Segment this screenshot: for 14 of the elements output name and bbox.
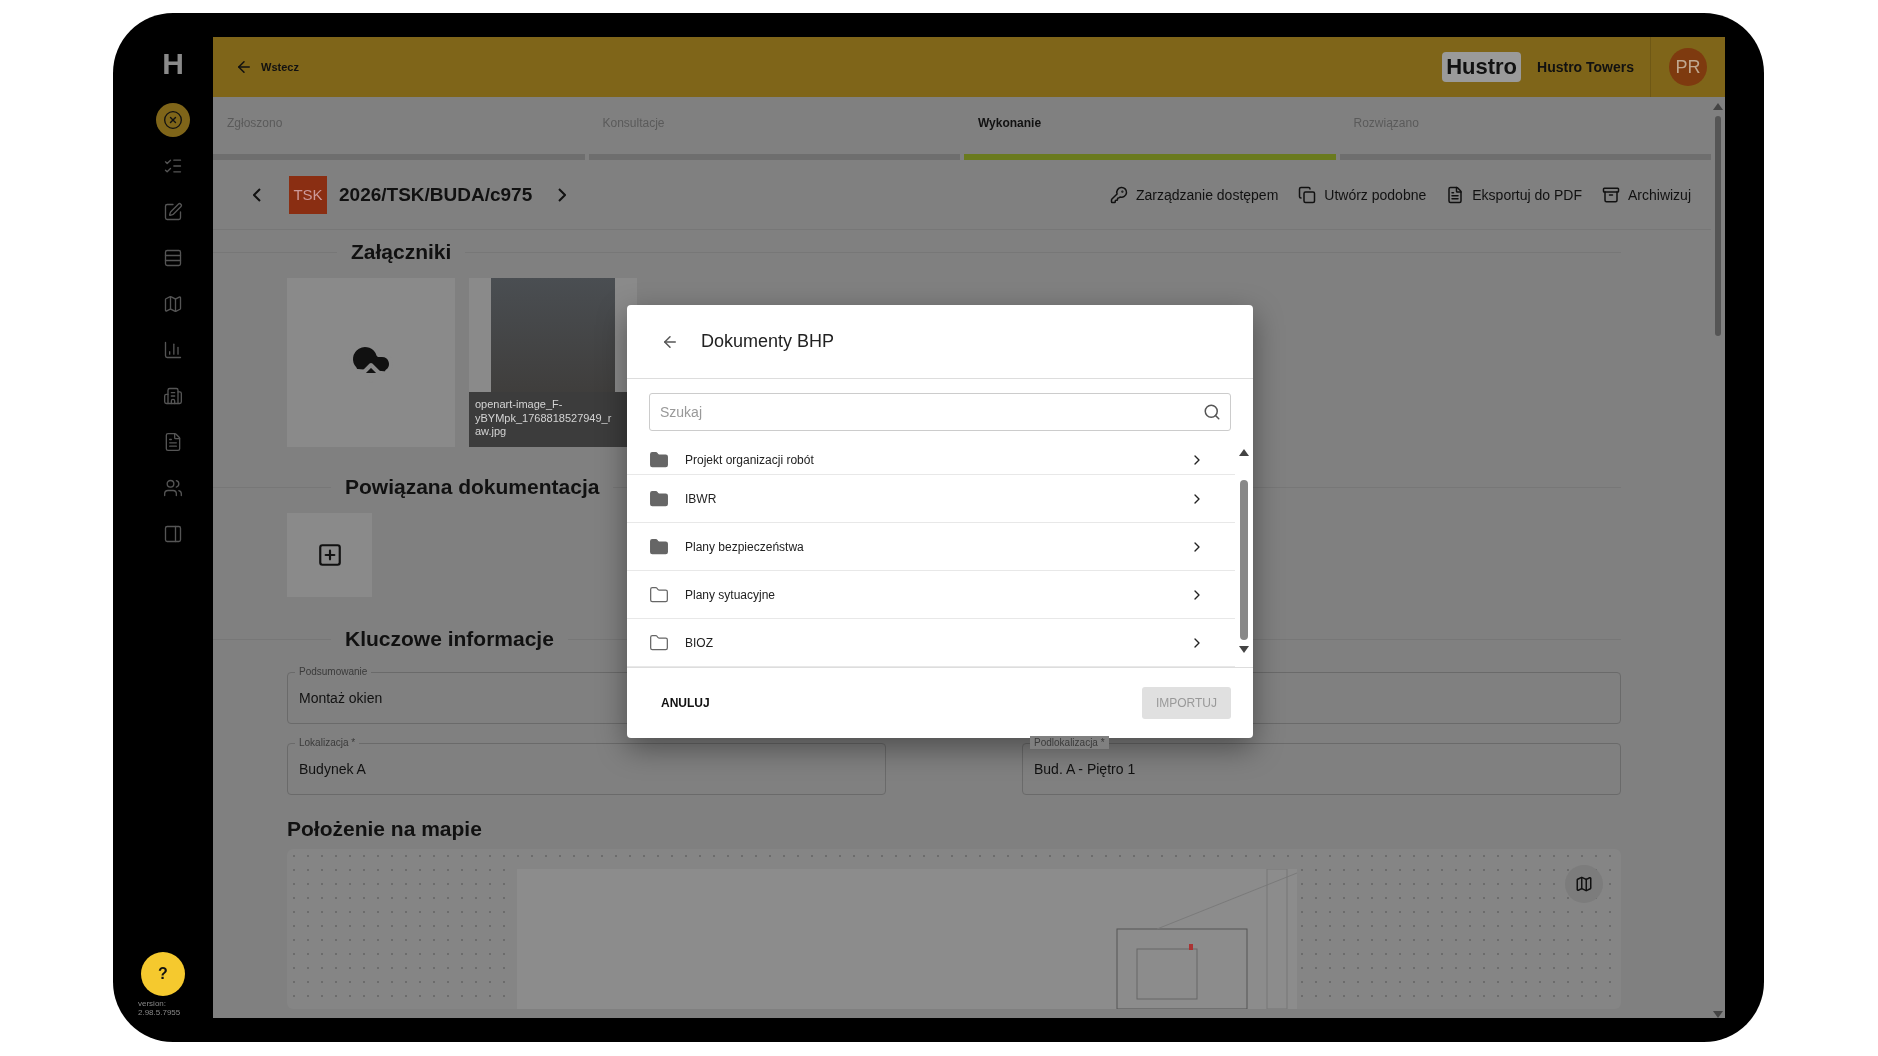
section-heading: Położenie na mapie (287, 817, 483, 841)
field-label: Lokalizacja * (295, 736, 360, 749)
app-logo: H (162, 47, 184, 81)
field-label: Podlokalizacja * (1030, 736, 1109, 749)
record-title: 2026/TSK/BUDA/c975 (339, 183, 533, 206)
version-text: version: 2.98.5.7955 (138, 1000, 182, 1018)
workspace-name: Hustro Towers (1537, 59, 1634, 75)
section-heading: Kluczowe informacje (345, 627, 554, 651)
dialog-title: Dokumenty BHP (701, 331, 835, 352)
type-badge: TSK (289, 175, 327, 214)
logo: Hustro (1442, 52, 1521, 82)
section-heading: Załączniki (351, 240, 452, 264)
field-label: Podsumowanie (295, 665, 372, 678)
section-heading: Powiązana dokumentacja (345, 475, 600, 499)
